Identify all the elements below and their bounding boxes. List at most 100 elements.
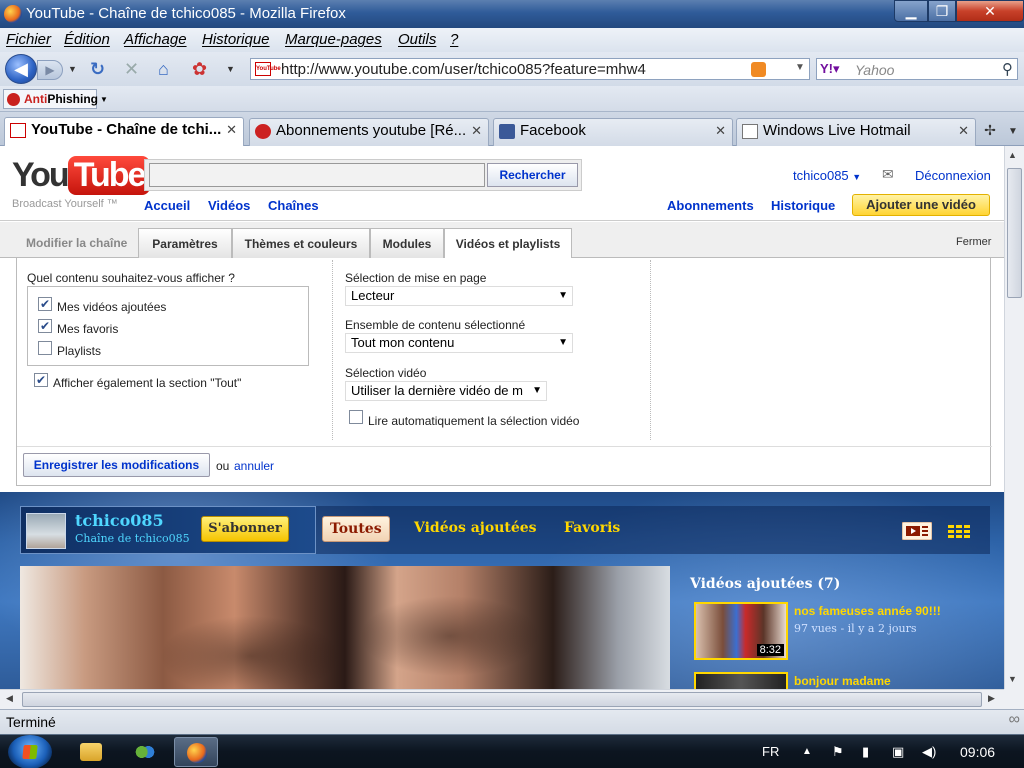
tab-close-icon[interactable]: ✕ (958, 119, 969, 143)
vertical-scrollbar[interactable]: ▲ ▼ (1004, 146, 1024, 689)
forward-button[interactable]: ▶ (37, 60, 63, 80)
video-player[interactable] (20, 566, 670, 689)
channel-identity: tchico085 Chaîne de tchico085 S'abonner (20, 506, 316, 554)
menu-fichier[interactable]: Fichier (6, 31, 51, 48)
layout-select[interactable]: Lecteur ▼ (345, 286, 573, 306)
content-set-select[interactable]: Tout mon contenu ▼ (345, 333, 573, 353)
search-bar[interactable]: Y!▾ Yahoo ⚲ (816, 58, 1018, 80)
tab-themes[interactable]: Thèmes et couleurs (232, 228, 370, 258)
tab-hotmail[interactable]: Windows Live Hotmail ✕ (736, 118, 976, 146)
avatar[interactable] (26, 513, 66, 549)
minimize-button[interactable]: ▁ (894, 0, 928, 22)
video-title[interactable]: bonjour madame (794, 674, 891, 688)
clock[interactable]: 09:06 (960, 744, 995, 760)
youtube-search-button[interactable]: Rechercher (487, 163, 578, 187)
new-tab-icon[interactable]: ✢ (978, 122, 1002, 142)
reload-icon[interactable]: ↻ (90, 59, 105, 80)
tab-videos-playlists[interactable]: Vidéos et playlists (444, 228, 572, 259)
volume-icon[interactable]: ◀) (922, 744, 936, 760)
tab-close-icon[interactable]: ✕ (226, 118, 237, 142)
video-thumbnail[interactable] (694, 672, 788, 689)
grid-view-icon[interactable] (946, 522, 976, 540)
subscribe-button[interactable]: S'abonner (201, 516, 289, 542)
content-set-label: Ensemble de contenu sélectionné (345, 318, 526, 332)
menu-affichage[interactable]: Affichage (124, 31, 187, 48)
upload-button[interactable]: Ajouter une vidéo (852, 194, 990, 216)
menu-help[interactable]: ? (450, 31, 458, 48)
menu-edition[interactable]: Édition (64, 31, 110, 48)
start-button[interactable] (8, 735, 52, 768)
checkbox-my-videos[interactable]: ✔ (38, 297, 52, 311)
tab-list-icon[interactable]: ▼ (1004, 122, 1022, 142)
horizontal-scrollbar[interactable]: ◀ ▶ (0, 689, 1004, 709)
url-dropdown-icon[interactable]: ▼ (795, 62, 805, 73)
mail-icon[interactable]: ✉ (882, 166, 894, 183)
cancel-link[interactable]: annuler (234, 459, 274, 473)
addon-icon[interactable]: ✿ (192, 59, 207, 80)
language-indicator[interactable]: FR (762, 744, 779, 759)
tab-youtube[interactable]: YouTube - Chaîne de tchi... ✕ (4, 117, 244, 147)
home-icon[interactable]: ⌂ (158, 59, 169, 80)
scroll-thumb[interactable] (22, 692, 982, 707)
menu-historique[interactable]: Historique (202, 31, 270, 48)
addon-dropdown-icon[interactable]: ▼ (226, 64, 235, 74)
youtube-search-input[interactable] (149, 163, 485, 187)
power-icon[interactable]: ▮ (862, 744, 869, 760)
scroll-left-icon[interactable]: ◀ (6, 693, 13, 704)
checkbox-show-all[interactable]: ✔ (34, 373, 48, 387)
video-title[interactable]: nos fameuses année 90!!! (794, 604, 941, 618)
menu-outils[interactable]: Outils (398, 31, 436, 48)
maximize-button[interactable]: ❐ (928, 0, 956, 22)
tab-modules[interactable]: Modules (370, 228, 444, 258)
scroll-up-icon[interactable]: ▲ (1008, 150, 1017, 160)
content-question: Quel contenu souhaitez-vous afficher ? (27, 271, 235, 285)
youtube-logo[interactable]: You Tube (12, 156, 151, 195)
tab-close-icon[interactable]: ✕ (715, 119, 726, 143)
save-button[interactable]: Enregistrer les modifications (23, 453, 210, 477)
user-menu[interactable]: tchico085 ▼ (793, 168, 861, 183)
checkbox-autoplay[interactable] (349, 410, 363, 424)
close-edit-link[interactable]: Fermer (956, 236, 991, 248)
channel-tab-favoris[interactable]: Favoris (564, 520, 620, 536)
explorer-icon[interactable] (80, 743, 102, 761)
nav-videos[interactable]: Vidéos (208, 198, 250, 213)
url-bar[interactable]: YouTube http://www.youtube.com/user/tchi… (250, 58, 810, 80)
checkbox-playlists[interactable] (38, 341, 52, 355)
stop-icon[interactable]: ✕ (124, 59, 139, 80)
tab-abonnements[interactable]: Abonnements youtube [Ré... ✕ (249, 118, 489, 146)
player-view-icon[interactable] (902, 522, 932, 540)
scroll-thumb[interactable] (1007, 168, 1022, 298)
rss-feed-icon[interactable] (751, 62, 766, 77)
tab-parametres[interactable]: Paramètres (138, 228, 232, 258)
menu-marque-pages[interactable]: Marque-pages (285, 31, 382, 48)
history-dropdown-icon[interactable]: ▼ (68, 64, 77, 74)
url-text[interactable]: http://www.youtube.com/user/tchico085?fe… (281, 61, 646, 78)
antiphishing-dropdown-icon[interactable]: ▼ (100, 95, 108, 104)
yahoo-engine-icon[interactable]: Y!▾ (820, 61, 840, 77)
messenger-icon[interactable] (134, 743, 156, 761)
addon-status-icon[interactable]: ∞ (1009, 711, 1020, 729)
video-thumbnail[interactable]: 8:32 (694, 602, 788, 660)
scroll-down-icon[interactable]: ▼ (1008, 674, 1017, 684)
nav-historique[interactable]: Historique (771, 198, 835, 213)
tab-facebook[interactable]: Facebook ✕ (493, 118, 733, 146)
video-select[interactable]: Utiliser la dernière vidéo de m ▼ (345, 381, 547, 401)
scroll-right-icon[interactable]: ▶ (988, 693, 995, 704)
channel-tab-toutes[interactable]: Toutes (322, 516, 390, 542)
nav-abonnements[interactable]: Abonnements (667, 198, 754, 213)
back-button[interactable]: ◀ (5, 54, 37, 84)
logout-link[interactable]: Déconnexion (915, 168, 991, 183)
network-icon[interactable]: ▣ (892, 744, 904, 760)
channel-tab-videos-ajoutees[interactable]: Vidéos ajoutées (414, 520, 537, 536)
nav-chaines[interactable]: Chaînes (268, 198, 319, 213)
firefox-taskbar-icon[interactable] (174, 737, 218, 767)
checkbox-my-favorites[interactable]: ✔ (38, 319, 52, 333)
channel-name[interactable]: tchico085 (75, 511, 164, 530)
close-button[interactable]: ✕ (956, 0, 1024, 22)
flag-icon[interactable]: ⚑ (832, 744, 844, 760)
antiphishing-button[interactable]: AntiPhishing (3, 89, 98, 109)
nav-accueil[interactable]: Accueil (144, 198, 190, 213)
tab-close-icon[interactable]: ✕ (471, 119, 482, 143)
search-icon[interactable]: ⚲ (1002, 60, 1013, 78)
tray-expand-icon[interactable]: ▲ (802, 746, 812, 757)
